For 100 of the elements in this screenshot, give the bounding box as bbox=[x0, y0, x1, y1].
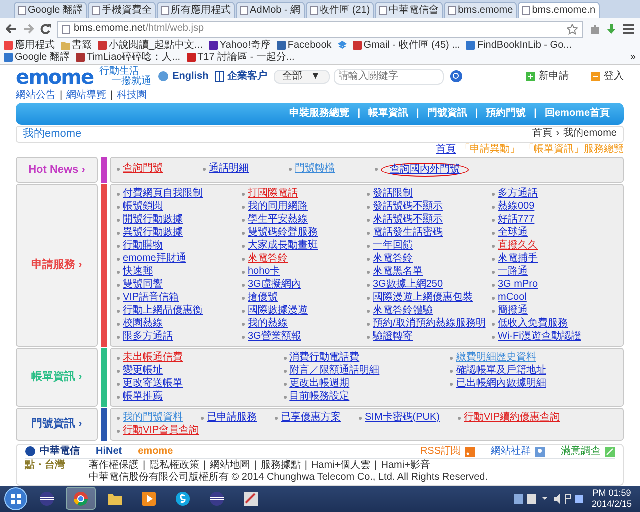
service-link[interactable]: 3G mPro bbox=[498, 278, 538, 291]
clock[interactable]: PM 01:59 2014/2/15 bbox=[588, 488, 636, 510]
service-link[interactable]: 國際數據漫遊 bbox=[248, 304, 308, 317]
bookmark[interactable]: 小說閱讀_起點中文... bbox=[98, 40, 203, 52]
service-link[interactable]: mCool bbox=[498, 292, 527, 304]
more-bookmarks[interactable]: » bbox=[630, 52, 636, 64]
footer-link[interactable]: Hami+影音 bbox=[381, 460, 430, 472]
service-link[interactable]: 多方通話 bbox=[498, 188, 538, 200]
browser-tab[interactable]: bms.emome bbox=[444, 2, 518, 18]
service-link[interactable]: 行動購物 bbox=[123, 240, 163, 252]
service-link[interactable]: 來電答鈴 bbox=[248, 252, 288, 265]
service-link[interactable]: 低收入免費服務 bbox=[498, 318, 568, 330]
service-link[interactable]: hoho卡 bbox=[248, 266, 280, 278]
footer-action-link[interactable]: 滿意調查 bbox=[561, 446, 615, 458]
service-link[interactable]: 行動上網品優惠衡 bbox=[123, 304, 203, 317]
browser-tab[interactable]: bms.emome.n bbox=[518, 2, 600, 18]
scope-dropdown[interactable]: 全部 ▼ bbox=[274, 70, 330, 84]
site-logo[interactable]: emome bbox=[16, 64, 94, 89]
bookmark[interactable]: FindBookInLib - Go... bbox=[466, 40, 572, 52]
service-link[interactable]: 已享優惠方案 bbox=[281, 412, 341, 424]
service-link[interactable]: 發話限制 bbox=[373, 188, 413, 200]
service-link[interactable]: 已出帳網內數據明細 bbox=[456, 378, 546, 390]
service-link[interactable]: 已申請服務 bbox=[207, 412, 257, 424]
bookmark[interactable]: Yahoo!奇摩 bbox=[208, 40, 271, 52]
brand-logo[interactable]: HiNet bbox=[96, 446, 122, 458]
search-field[interactable]: 請輸入關鍵字 bbox=[334, 68, 444, 85]
service-link[interactable]: Wi-Fi漫遊查動認證 bbox=[498, 330, 582, 343]
service-link[interactable]: 校園熱線 bbox=[123, 318, 163, 330]
service-link[interactable]: 大家成長動畫班 bbox=[248, 240, 318, 252]
service-link[interactable]: 更改寄送帳單 bbox=[123, 378, 183, 390]
bookmark[interactable]: T17 討論區 - 一起分... bbox=[186, 52, 295, 64]
service-link[interactable]: 發話號碼不顯示 bbox=[373, 200, 443, 213]
service-link[interactable]: 帳號鎖閱 bbox=[123, 200, 163, 213]
bookmark[interactable]: Gmail - 收件匣 (45) ... bbox=[352, 40, 460, 52]
service-link[interactable]: 雙號碼鈴聲服務 bbox=[248, 226, 318, 239]
service-link[interactable]: 更改出帳週期 bbox=[290, 378, 350, 390]
service-link[interactable]: 來電答鈴體驗 bbox=[373, 304, 433, 317]
service-link[interactable]: 開號行動數據 bbox=[123, 214, 183, 226]
browser-tab[interactable]: 收件匣 (21) bbox=[306, 2, 374, 18]
badge-logo[interactable]: 點・台灣 bbox=[25, 460, 65, 484]
login-link[interactable]: 登入 bbox=[591, 70, 624, 83]
footer-link[interactable]: 網站地圖 bbox=[210, 460, 250, 472]
browser-tab[interactable]: AdMob - 網 bbox=[236, 2, 305, 18]
service-link[interactable]: 全球通 bbox=[498, 226, 528, 239]
service-link[interactable]: 消費行動電話費 bbox=[290, 352, 360, 364]
breadcrumb-link[interactable]: 首頁 bbox=[532, 128, 552, 140]
footer-link[interactable]: 隱私權政策 bbox=[150, 460, 200, 472]
service-link[interactable]: 3G數據上網250 bbox=[373, 278, 444, 291]
top-link[interactable]: 網站導覽 bbox=[66, 90, 107, 102]
section-label[interactable]: Hot News › bbox=[16, 156, 98, 183]
new-apply-link[interactable]: 新申請 bbox=[526, 70, 569, 83]
service-link[interactable]: 查詢門號 bbox=[123, 162, 163, 175]
service-link[interactable]: 附言／限額通話明細 bbox=[290, 364, 380, 377]
service-link[interactable]: 國際漫遊上網優惠包裝 bbox=[373, 292, 473, 304]
footer-link[interactable]: Hami+個人雲 bbox=[311, 460, 371, 472]
bookmark[interactable]: TimLiao碎碎唸：人... bbox=[76, 52, 181, 64]
service-link[interactable]: 電話發生話密碼 bbox=[373, 226, 443, 239]
service-link[interactable]: 雙號同響 bbox=[123, 278, 163, 291]
bookmark[interactable]: Google 翻譯 bbox=[4, 52, 70, 64]
service-link[interactable]: 來話號碼不顯示 bbox=[373, 214, 443, 226]
service-link[interactable]: 一路通 bbox=[498, 266, 528, 278]
brand-logo[interactable]: 中華電信 bbox=[25, 446, 80, 458]
footer-link[interactable]: 著作權保護 bbox=[89, 460, 139, 472]
top-link[interactable]: 網站公告 bbox=[16, 90, 56, 102]
service-link[interactable]: 確認帳單及戶籍地址 bbox=[456, 364, 546, 377]
service-link[interactable]: 變更帳址 bbox=[123, 364, 163, 377]
service-link[interactable]: 通話明細 bbox=[209, 162, 249, 175]
service-link[interactable]: 快速郵 bbox=[123, 266, 153, 278]
service-link[interactable]: 一年回饋 bbox=[373, 240, 413, 252]
browser-tab[interactable]: 所有應用程式 bbox=[157, 2, 236, 18]
service-link[interactable]: 驗證轉寄 bbox=[373, 330, 413, 343]
service-link[interactable]: 行動VIP會員查詢 bbox=[123, 424, 200, 437]
footer-action-link[interactable]: 網站社群 bbox=[491, 446, 545, 458]
service-link[interactable]: 來電黑名單 bbox=[373, 266, 423, 278]
footer-link[interactable]: 服務據點 bbox=[260, 460, 301, 472]
service-link[interactable]: 來電答鈴 bbox=[373, 252, 413, 265]
browser-tab[interactable]: 中華電信會 bbox=[375, 2, 444, 18]
address-bar[interactable]: bms.emome.net/html/web.jsp bbox=[57, 20, 583, 38]
service-link[interactable]: 查詢國內外門號 bbox=[381, 162, 469, 177]
browser-tab[interactable]: 手機資費全 bbox=[88, 2, 156, 18]
service-link[interactable]: 目前帳務設定 bbox=[290, 390, 350, 403]
bookmark[interactable]: Facebook bbox=[276, 40, 332, 52]
service-link[interactable]: 3G營業額報 bbox=[248, 330, 302, 343]
crumb-link[interactable]: 首頁 bbox=[436, 144, 456, 156]
service-link[interactable]: 3G虛擬網內 bbox=[248, 278, 302, 291]
service-link[interactable]: 行動VIP續約優惠查詢 bbox=[464, 412, 560, 424]
enterprise-link[interactable]: 企業客户 bbox=[214, 70, 268, 83]
section-label[interactable]: 門號資訊 › bbox=[16, 408, 98, 441]
service-link[interactable]: emome拜財通 bbox=[123, 252, 186, 265]
service-link[interactable]: 打國際電話 bbox=[248, 188, 298, 200]
service-link[interactable]: 未出帳通信費 bbox=[123, 352, 183, 364]
service-link[interactable]: 我的同用網路 bbox=[248, 200, 308, 213]
service-link[interactable]: 付費網頁自我限制 bbox=[123, 188, 203, 200]
browser-tab[interactable]: Google 翻譯 bbox=[14, 2, 88, 18]
service-link[interactable]: 預約/取消預約熱線服務明 bbox=[373, 318, 486, 330]
bookmark[interactable]: 書籤 bbox=[61, 40, 92, 52]
top-link[interactable]: 科技園 bbox=[117, 90, 148, 102]
service-link[interactable]: 搶優號 bbox=[248, 292, 278, 304]
service-link[interactable]: 熱線009 bbox=[498, 200, 535, 213]
service-link[interactable]: VIP語音信箱 bbox=[123, 292, 180, 304]
